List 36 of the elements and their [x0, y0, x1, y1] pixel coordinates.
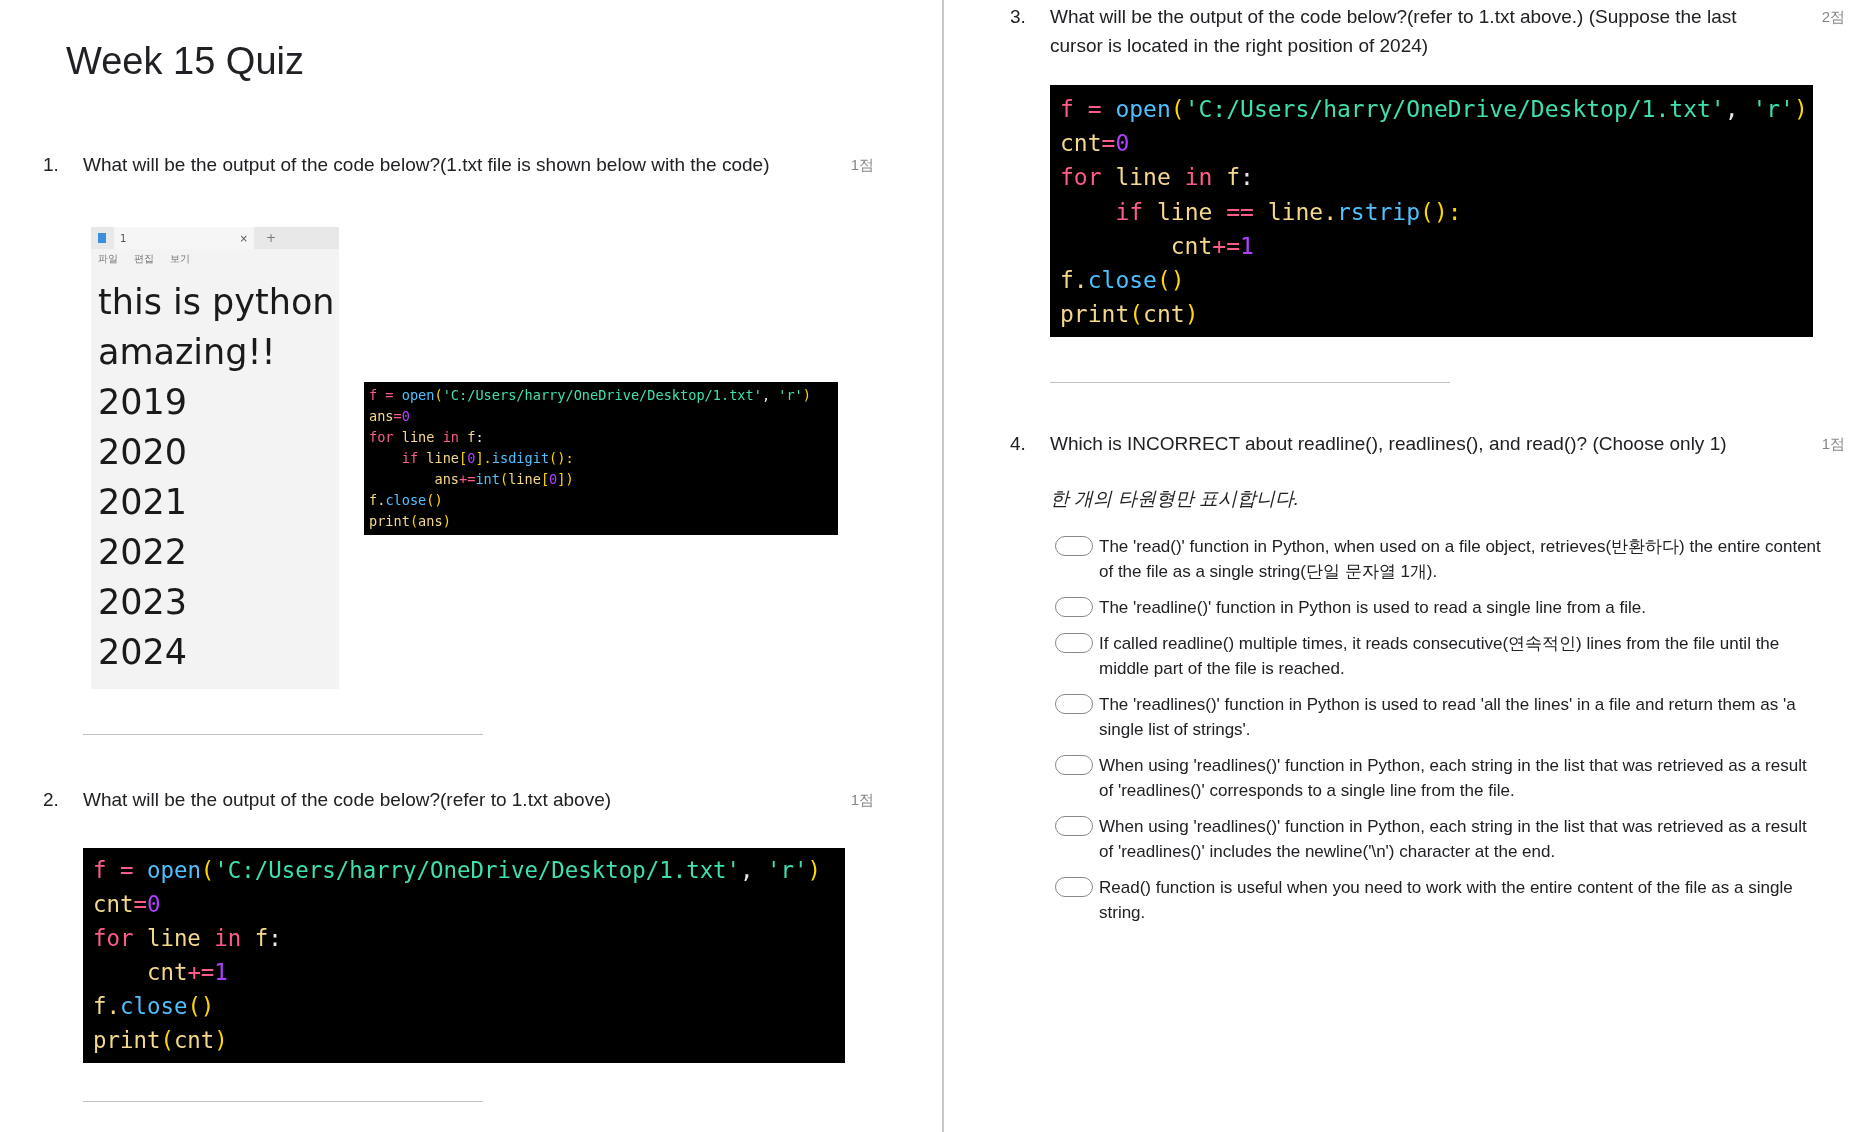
code-block: f = open('C:/Users/harry/OneDrive/Desktop/1.txt', 'r') cnt=0 for line in f: cnt+=1 f.close() print(cnt)	[83, 848, 845, 1063]
code-block: f = open('C:/Users/harry/OneDrive/Desktop/1.txt', 'r') cnt=0 for line in f: if line == line.rstrip(): cnt+=1 f.close() print(cnt)	[1050, 85, 1813, 338]
question-text: What will be the output of the code below?(refer to 1.txt above)	[83, 788, 613, 812]
text-line: 2019	[98, 381, 189, 424]
add-tab-icon: +	[266, 231, 277, 245]
option-text: When using 'readlines()' function in Python, each string in the list that was retrieved as a result of 'readlines()' includes the newline('\n') character at the end.	[1099, 816, 1808, 864]
question-number: 4.	[1010, 432, 1027, 457]
option-text: The 'read()' function in Python, when used on a file object, retrieves(반환하다) the entire content of the file as a single string(단일 문자열 1개).	[1099, 536, 1822, 584]
text-line: 2022	[98, 531, 189, 574]
points-label: 1점	[849, 155, 874, 175]
question-number: 2.	[43, 788, 60, 812]
hint-text: 한 개의 타원형만 표시합니다.	[1050, 487, 1301, 512]
code-block: f = open('C:/Users/harry/OneDrive/Desktop/1.txt', 'r') ans=0 for line in f: if line[0].isdigit(): ans+=int(line[0]) f.close() print(ans)	[364, 382, 838, 535]
question-number: 3.	[1010, 5, 1027, 29]
quiz-title: Week 15 Quiz	[66, 40, 305, 83]
option-text: The 'readline()' function in Python is used to read a single line from a file.	[1099, 597, 1647, 620]
option-text: If called readline() multiple times, it reads consecutive(연속적인) lines from the file until the middle part of the file is reached.	[1099, 633, 1781, 681]
text-line: 2021	[98, 481, 189, 524]
notepad-icon	[98, 233, 106, 243]
text-line: this is python	[98, 281, 332, 324]
points-label: 1점	[849, 790, 874, 810]
text-line: amazing!!	[98, 331, 277, 374]
close-icon: ×	[239, 232, 248, 244]
question-text: What will be the output of the code below?(1.txt file is shown below with the code)	[83, 153, 771, 177]
tab-title: 1	[120, 232, 127, 244]
text-line: 2020	[98, 431, 189, 474]
question-text: Which is INCORRECT about readline(), readlines(), and read()? (Choose only 1)	[1050, 432, 1728, 457]
option-text: When using 'readlines()' function in Python, each string in the list that was retrieved as a result of 'readlines()' corresponds to a single line from the file.	[1099, 755, 1808, 803]
points-label: 2점	[1820, 7, 1845, 27]
text-line: 2024	[98, 631, 189, 674]
option-text: The 'readlines()' function in Python is used to read 'all the lines' in a file and return them as 'a single list of strings'.	[1099, 694, 1797, 742]
points-label: 1점	[1820, 434, 1845, 455]
text-line: 2023	[98, 581, 189, 624]
option-text: Read() function is useful when you need to work with the entire content of the file as a single string.	[1099, 877, 1794, 925]
question-text: What will be the output of the code below?(refer to 1.txt above.) (Suppose the last cursor is located in the right position of 2024)	[1050, 5, 1738, 58]
question-number: 1.	[43, 153, 60, 177]
